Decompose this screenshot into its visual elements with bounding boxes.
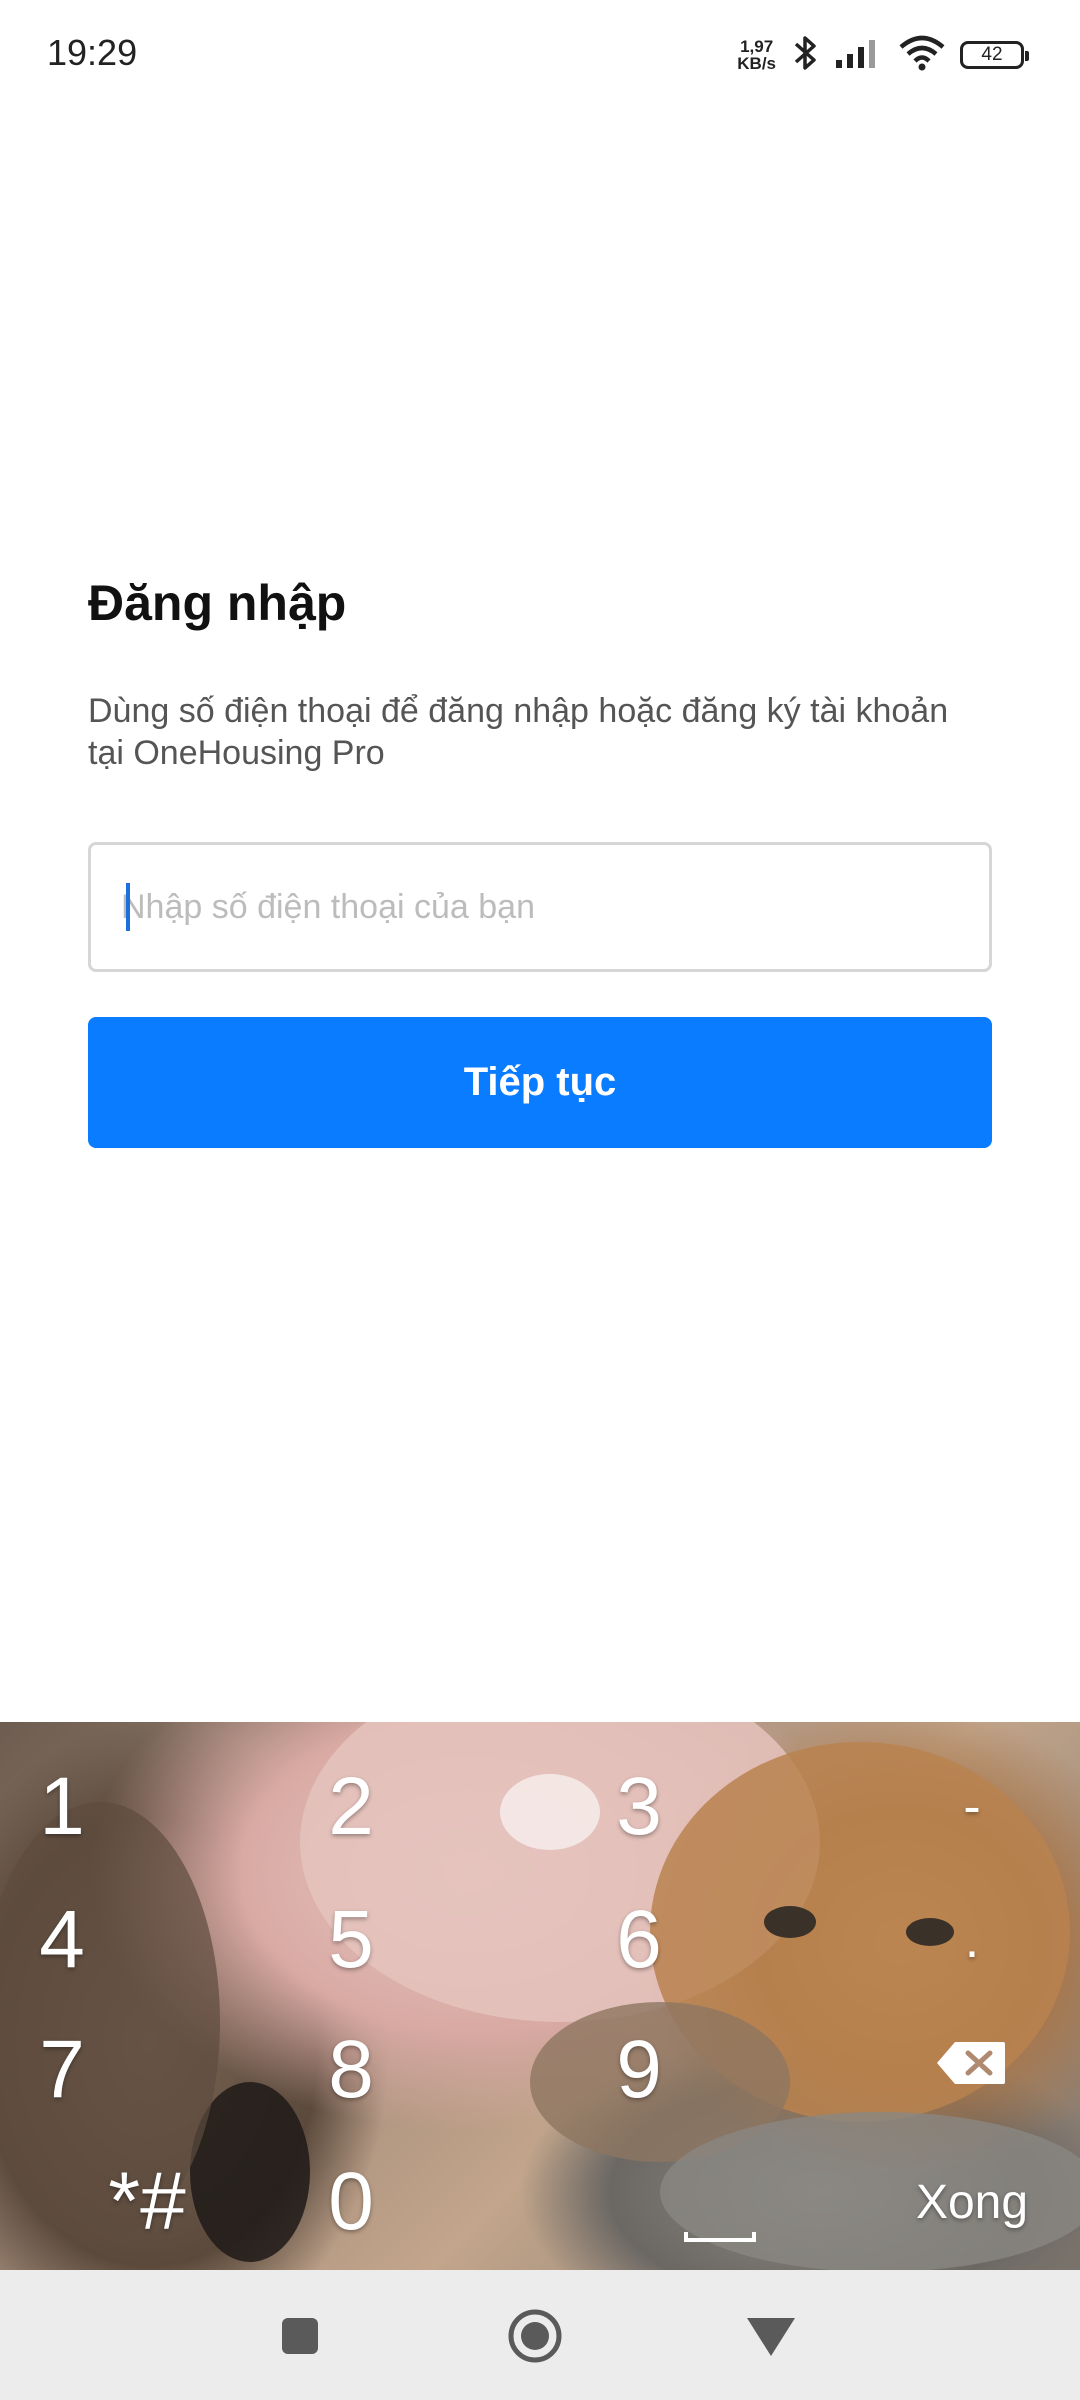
status-time: 19:29 <box>47 32 138 73</box>
wifi-icon <box>898 35 946 76</box>
network-speed-value: 1,97 <box>740 37 774 56</box>
battery-level: 42 <box>981 44 1003 65</box>
key-0[interactable]: 0 <box>281 2147 421 2257</box>
network-speed: 1,97 KB/s <box>737 38 776 72</box>
key-2[interactable]: 2 <box>281 1752 421 1862</box>
key-3[interactable]: 3 <box>569 1752 709 1862</box>
square-icon[interactable] <box>268 2304 332 2368</box>
key-star-hash[interactable]: *# <box>72 2147 222 2257</box>
continue-button[interactable]: Tiếp tục <box>88 1017 992 1148</box>
numeric-keyboard: 1 2 3 - 4 5 6 . 7 8 9 *# 0 Xong <box>0 1722 1080 2270</box>
key-9[interactable]: 9 <box>569 2015 709 2125</box>
key-dash[interactable]: - <box>902 1752 1042 1862</box>
space-icon[interactable] <box>684 2232 756 2242</box>
status-icons: 1,97 KB/s 42 <box>737 30 1029 80</box>
text-cursor <box>126 883 130 931</box>
backspace-icon[interactable] <box>935 2040 1007 2086</box>
navigation-bar <box>0 2270 1080 2400</box>
status-bar: 19:29 1,97 KB/s 42 <box>0 0 1080 110</box>
key-6[interactable]: 6 <box>569 1885 709 1995</box>
phone-input[interactable] <box>121 845 961 969</box>
bluetooth-icon <box>790 33 820 78</box>
key-1[interactable]: 1 <box>0 1752 132 1862</box>
key-7[interactable]: 7 <box>0 2015 132 2125</box>
key-dot[interactable]: . <box>902 1885 1042 1995</box>
battery-icon: 42 <box>960 41 1029 69</box>
key-5[interactable]: 5 <box>281 1885 421 1995</box>
page-title: Đăng nhập <box>88 575 347 631</box>
done-button[interactable]: Xong <box>892 2147 1052 2257</box>
key-8[interactable]: 8 <box>281 2015 421 2125</box>
network-speed-unit: KB/s <box>737 54 776 73</box>
back-triangle-icon[interactable] <box>739 2304 803 2368</box>
key-4[interactable]: 4 <box>0 1885 132 1995</box>
login-description: Dùng số điện thoại để đăng nhập hoặc đăn… <box>88 692 949 772</box>
signal-icon <box>834 36 884 75</box>
phone-field-container[interactable] <box>88 842 992 972</box>
home-circle-icon[interactable] <box>503 2304 567 2368</box>
